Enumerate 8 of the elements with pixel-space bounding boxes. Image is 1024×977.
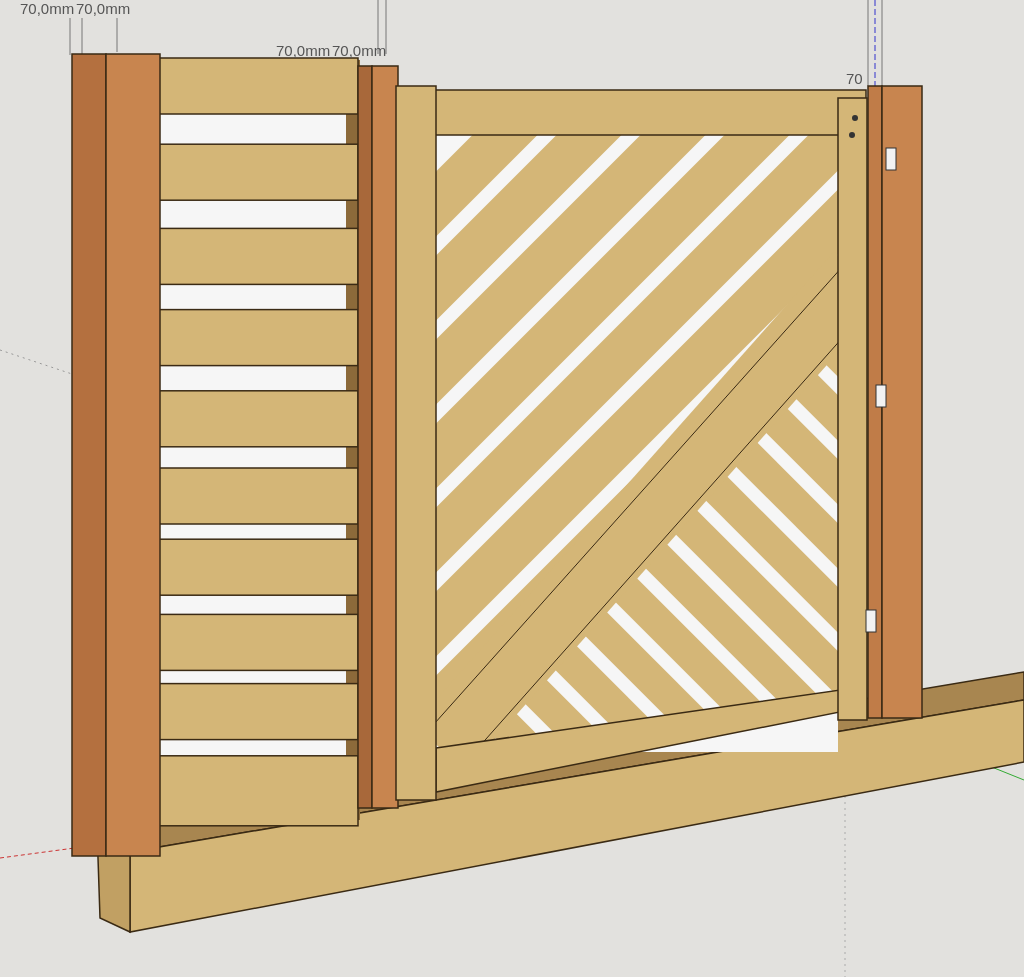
dimension-label: 70,0mm <box>276 42 331 59</box>
dimension-label: 70,0mm <box>332 42 387 59</box>
dimension-label: 70,0mm <box>76 0 131 17</box>
dimension-label: 70 <box>846 70 863 87</box>
hinge <box>885 147 897 171</box>
dimension-label: 70,0mm <box>20 0 75 17</box>
hinge <box>865 609 877 633</box>
hinge <box>875 384 887 408</box>
